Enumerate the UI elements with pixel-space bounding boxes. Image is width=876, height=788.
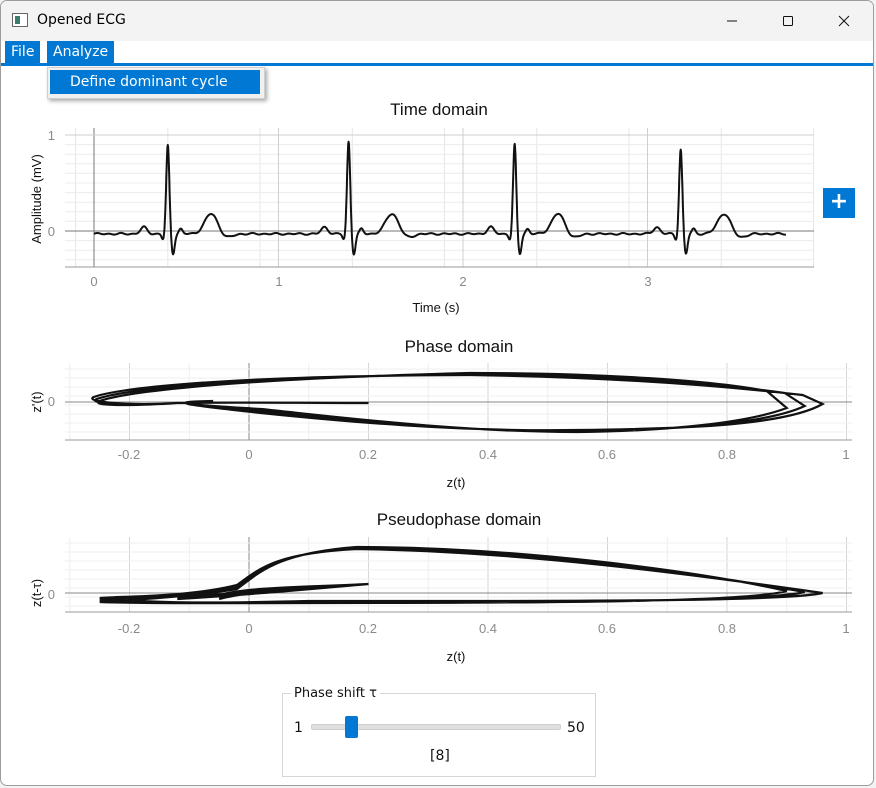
pseudo-xtick: 0.4 bbox=[479, 621, 497, 636]
pseudo-xtick: 0 bbox=[245, 621, 252, 636]
app-window: Opened ECG File Analyze Time domain 1 0 … bbox=[0, 0, 874, 786]
slider-min-label: 1 bbox=[294, 720, 303, 736]
phase-xtick: 1 bbox=[842, 447, 849, 462]
plots-area: Time domain 1 0 0 1 2 3 Time (s) Amplitu… bbox=[29, 100, 852, 664]
phase-xlabel: z(t) bbox=[447, 475, 466, 490]
time-xtick-1: 1 bbox=[275, 274, 282, 289]
phase-xticks: -0.2 0 0.2 0.4 0.6 0.8 1 bbox=[118, 447, 850, 462]
pseudo-xlabel: z(t) bbox=[447, 649, 466, 664]
pseudo-xtick: 0.2 bbox=[359, 621, 377, 636]
phase-shift-group bbox=[282, 693, 596, 777]
pseudo-xtick: 1 bbox=[842, 621, 849, 636]
phase-plot-title: Phase domain bbox=[405, 337, 514, 356]
phase-xtick: 0 bbox=[245, 447, 252, 462]
phase-ylabel: z'(t) bbox=[29, 391, 44, 412]
phase-xtick: -0.2 bbox=[118, 447, 140, 462]
analyze-dropdown: Define dominant cycle bbox=[47, 67, 265, 99]
phase-domain-plot: Phase domain 0 z'(t) -0.2 0 0.2 0.4 0.6 … bbox=[29, 337, 852, 490]
pseudophase-domain-plot: Pseudophase domain 0 z(t-τ) -0.2 0 0.2 0… bbox=[29, 510, 852, 664]
time-ylabel: Amplitude (mV) bbox=[29, 154, 44, 244]
slider-max-label: 50 bbox=[567, 720, 585, 736]
phase-xtick: 0.8 bbox=[718, 447, 736, 462]
pseudo-xtick: -0.2 bbox=[118, 621, 140, 636]
time-xlabel: Time (s) bbox=[412, 300, 459, 315]
pseudo-xtick: 0.8 bbox=[718, 621, 736, 636]
phase-xtick: 0.2 bbox=[359, 447, 377, 462]
phase-xtick: 0.4 bbox=[479, 447, 497, 462]
time-ytick-1: 1 bbox=[48, 128, 55, 143]
pseudo-ylabel: z(t-τ) bbox=[29, 579, 44, 607]
time-xtick-2: 2 bbox=[459, 274, 466, 289]
menu-item-define-dominant-cycle[interactable]: Define dominant cycle bbox=[50, 70, 260, 94]
time-xtick-0: 0 bbox=[90, 274, 97, 289]
phase-shift-label: Phase shift τ bbox=[291, 686, 380, 701]
time-ytick-0: 0 bbox=[48, 224, 55, 239]
slider-value-label: [8] bbox=[430, 748, 450, 764]
phase-xtick: 0.6 bbox=[598, 447, 616, 462]
pseudo-ytick-0: 0 bbox=[48, 587, 55, 602]
time-xtick-3: 3 bbox=[644, 274, 651, 289]
time-plot-title: Time domain bbox=[390, 100, 488, 119]
time-domain-plot: Time domain 1 0 0 1 2 3 Time (s) Amplitu… bbox=[29, 100, 815, 315]
add-button[interactable]: + bbox=[823, 188, 855, 218]
pseudo-plot-title: Pseudophase domain bbox=[377, 510, 541, 529]
pseudo-xtick: 0.6 bbox=[598, 621, 616, 636]
phase-ytick-0: 0 bbox=[48, 394, 55, 409]
phase-shift-slider-handle[interactable] bbox=[344, 716, 358, 738]
pseudo-xticks: -0.2 0 0.2 0.4 0.6 0.8 1 bbox=[118, 621, 850, 636]
